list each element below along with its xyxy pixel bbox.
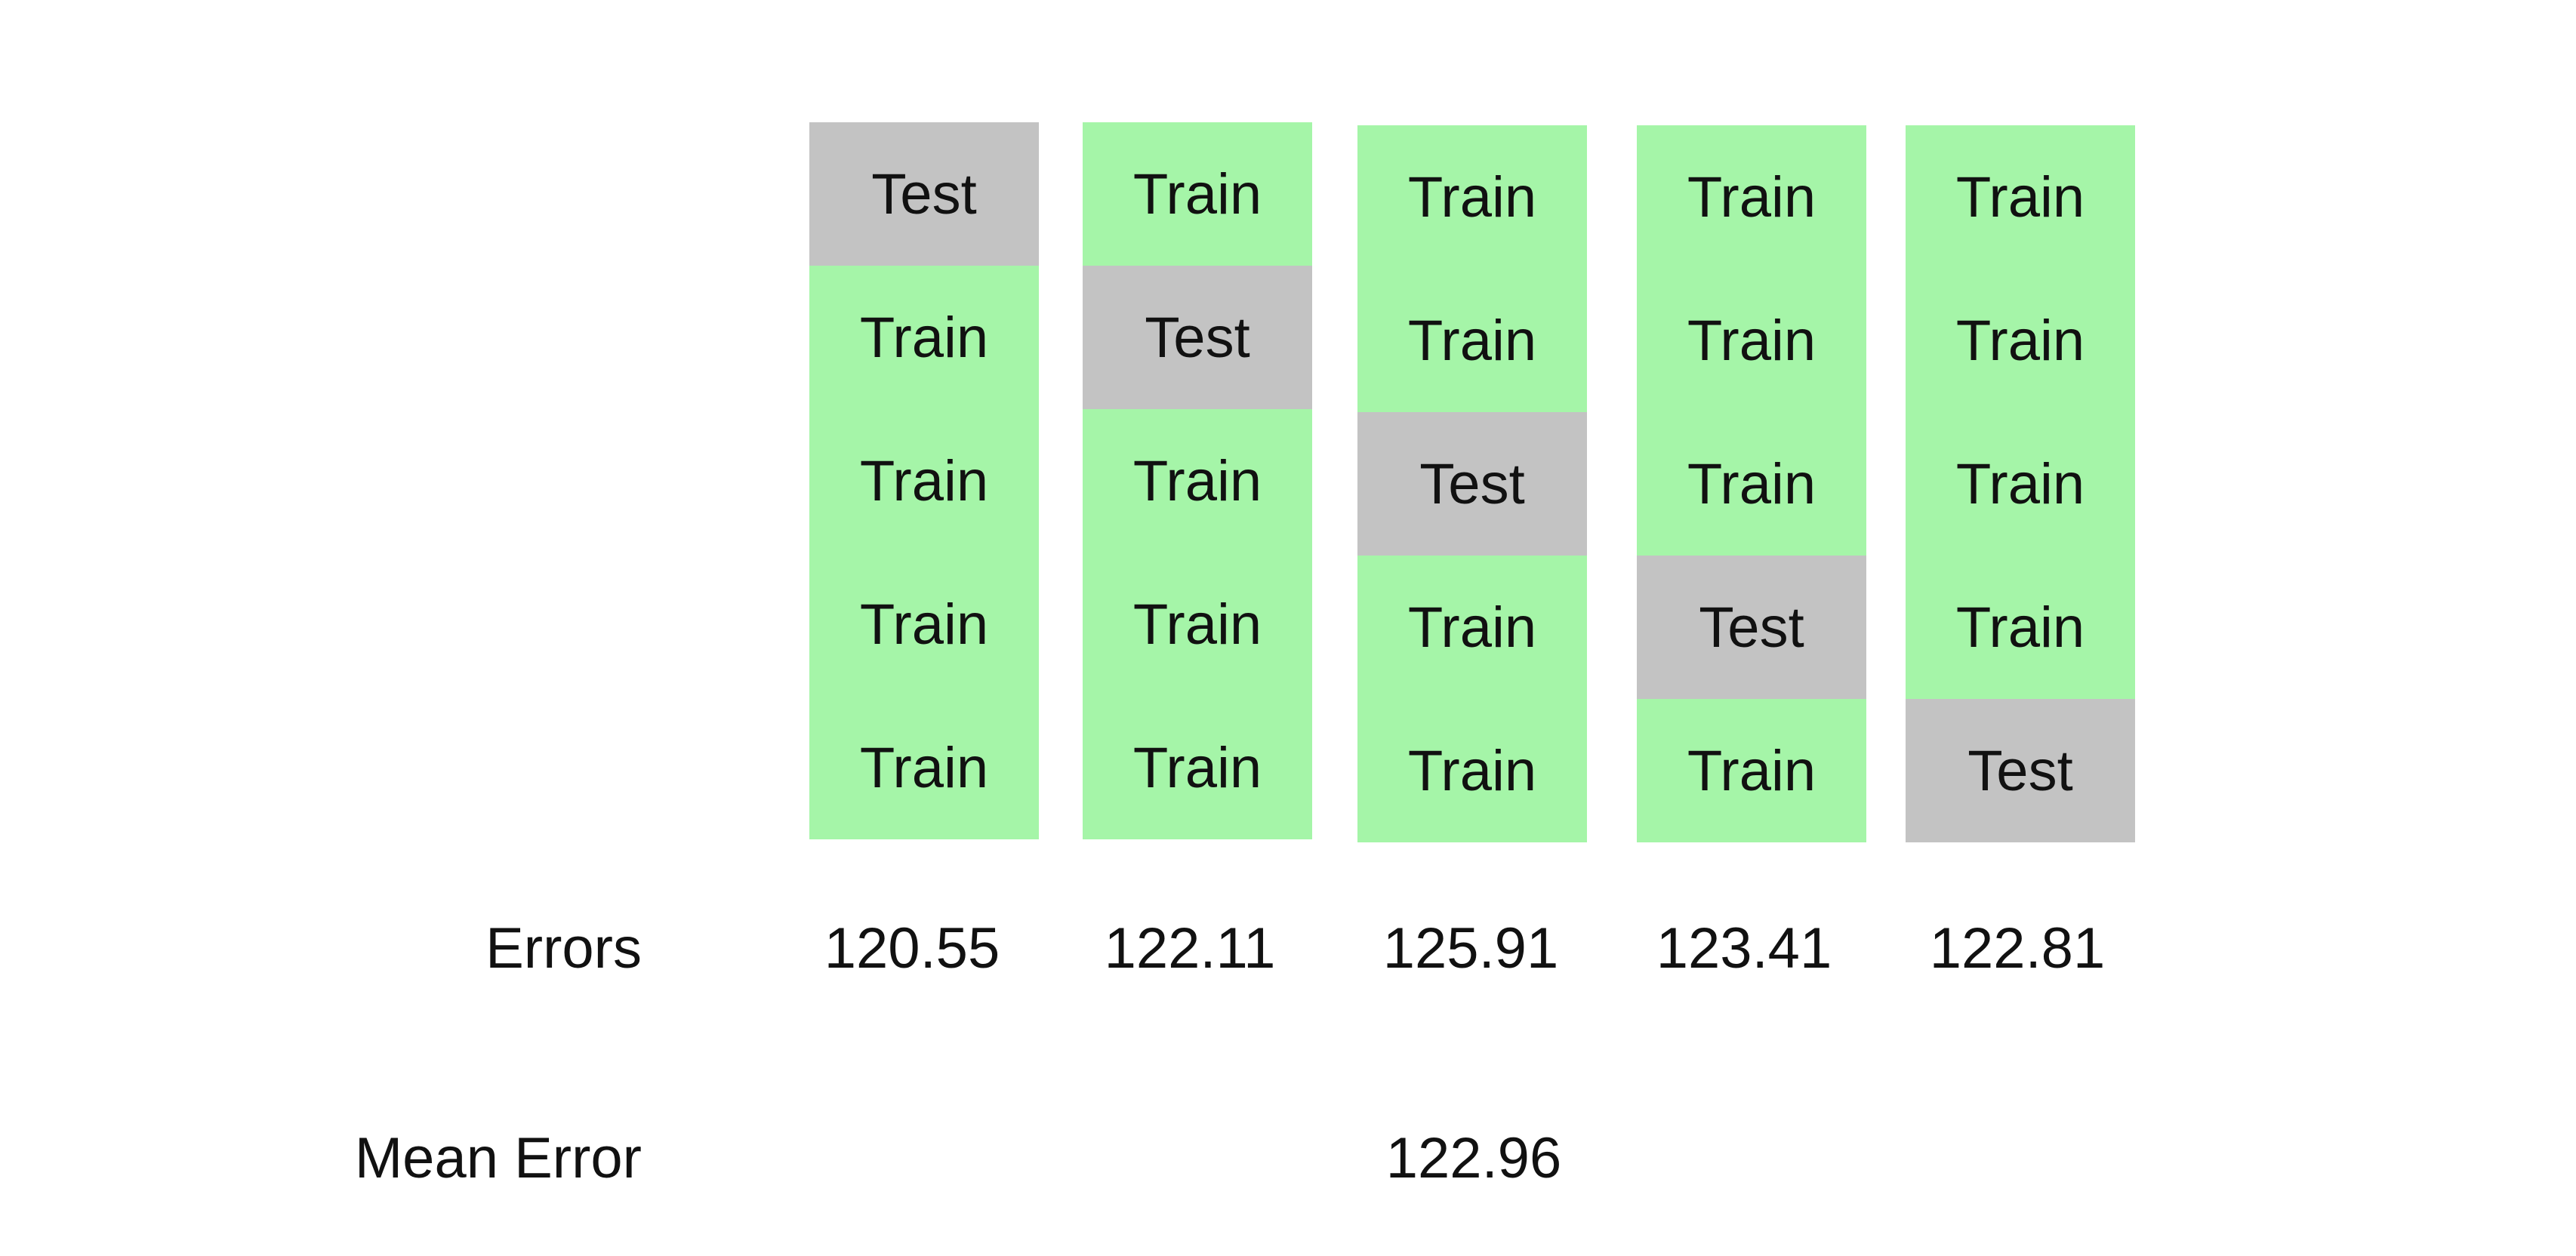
- fold-cell: Train: [1637, 412, 1866, 556]
- fold-cell: Test: [809, 122, 1039, 266]
- fold-column-4: Train Train Train Test Train: [1637, 125, 1866, 842]
- fold-cell: Train: [1357, 125, 1587, 269]
- fold-error-value: 120.55: [824, 916, 1000, 980]
- fold-cell: Train: [809, 409, 1039, 553]
- fold-cell: Train: [1637, 269, 1866, 412]
- mean-error-label: Mean Error: [354, 1126, 642, 1190]
- errors-label: Errors: [485, 916, 642, 980]
- fold-column-2: Train Test Train Train Train: [1083, 122, 1312, 839]
- fold-cell: Train: [1906, 556, 2135, 699]
- fold-column-1: Test Train Train Train Train: [809, 122, 1039, 839]
- fold-cell: Train: [1906, 125, 2135, 269]
- fold-cell: Test: [1083, 266, 1312, 409]
- fold-cell: Train: [1357, 699, 1587, 842]
- fold-error-value: 123.41: [1656, 916, 1832, 980]
- fold-column-5: Train Train Train Train Test: [1906, 125, 2135, 842]
- fold-cell: Train: [809, 266, 1039, 409]
- fold-cell: Train: [1357, 269, 1587, 412]
- fold-cell: Test: [1637, 556, 1866, 699]
- fold-cell: Train: [1083, 553, 1312, 696]
- fold-cell: Train: [1357, 556, 1587, 699]
- fold-cell: Train: [1906, 412, 2135, 556]
- fold-error-value: 125.91: [1382, 916, 1559, 980]
- fold-cell: Train: [1637, 125, 1866, 269]
- fold-error-value: 122.11: [1104, 916, 1276, 980]
- fold-cell: Train: [1637, 699, 1866, 842]
- fold-cell: Train: [1906, 269, 2135, 412]
- fold-cell: Train: [1083, 409, 1312, 553]
- fold-cell: Train: [1083, 122, 1312, 266]
- mean-error-value: 122.96: [1385, 1126, 1562, 1190]
- fold-cell: Train: [1083, 696, 1312, 839]
- fold-cell: Train: [809, 553, 1039, 696]
- fold-cell: Test: [1357, 412, 1587, 556]
- fold-cell: Test: [1906, 699, 2135, 842]
- fold-cell: Train: [809, 696, 1039, 839]
- fold-error-value: 122.81: [1929, 916, 2106, 980]
- fold-column-3: Train Train Test Train Train: [1357, 125, 1587, 842]
